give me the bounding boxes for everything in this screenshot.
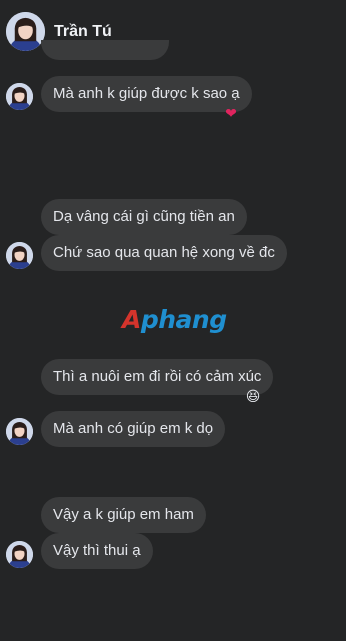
sender-avatar[interactable]: [6, 242, 33, 269]
watermark-logo: Aphang: [122, 305, 227, 334]
sender-avatar[interactable]: [6, 83, 33, 110]
watermark-part-b: phang: [140, 305, 227, 334]
message-bubble[interactable]: Vậy thì thui ạ: [41, 533, 153, 569]
previous-message-bubble: [41, 40, 169, 60]
laughing-reaction-icon[interactable]: 😆: [243, 386, 263, 406]
message-bubble[interactable]: Chứ sao qua quan hệ xong về đc: [41, 235, 287, 271]
message-bubble[interactable]: Thì a nuôi em đi rồi có cảm xúc: [41, 359, 274, 395]
sender-avatar[interactable]: [6, 418, 33, 445]
heart-reaction-icon[interactable]: ❤: [221, 103, 241, 123]
contact-avatar[interactable]: [6, 12, 45, 51]
message-bubble[interactable]: Dạ vâng cái gì cũng tiền an: [41, 199, 247, 235]
contact-name[interactable]: Trần Tú: [54, 23, 112, 41]
message-bubble[interactable]: Mà anh có giúp em k dọ: [41, 411, 226, 447]
sender-avatar[interactable]: [6, 541, 33, 568]
watermark-part-a: A: [122, 305, 141, 334]
message-bubble[interactable]: Vậy a k giúp em ham: [41, 497, 206, 533]
